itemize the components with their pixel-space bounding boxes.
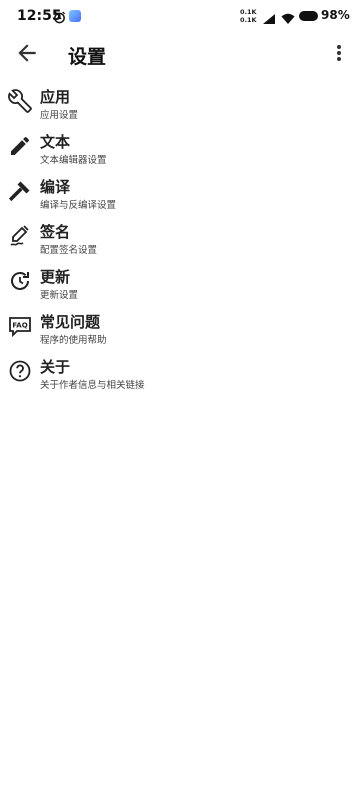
back-button[interactable] xyxy=(14,40,40,66)
settings-item-title: 常见问题 xyxy=(40,313,101,331)
net-speed: 0.1K 0.1K xyxy=(240,8,262,24)
settings-item-update[interactable]: 更新 更新设置 xyxy=(0,265,360,310)
settings-list: 应用 应用设置 文本 文本编辑器设置 编译 编译与反编译设置 签名 配置签名设置… xyxy=(0,85,360,400)
settings-item-subtitle: 程序的使用帮助 xyxy=(40,335,107,346)
update-icon xyxy=(8,269,32,293)
wrench-icon xyxy=(8,89,32,113)
pencil-icon xyxy=(8,134,32,158)
settings-item-subtitle: 配置签名设置 xyxy=(40,245,98,256)
wifi-icon xyxy=(281,10,295,24)
more-options-button[interactable] xyxy=(331,41,347,65)
net-speed-down: 0.1K xyxy=(240,16,257,24)
settings-item-subtitle: 编译与反编译设置 xyxy=(40,200,117,211)
settings-item-about[interactable]: 关于 关于作者信息与相关链接 xyxy=(0,355,360,400)
settings-item-faq[interactable]: FAQ 常见问题 程序的使用帮助 xyxy=(0,310,360,355)
svg-text:FAQ: FAQ xyxy=(12,322,27,330)
page-title: 设置 xyxy=(68,46,107,68)
settings-item-title: 应用 xyxy=(40,88,71,106)
app-bar: 设置 xyxy=(0,34,360,74)
settings-item-title: 更新 xyxy=(40,268,71,286)
settings-item-title: 文本 xyxy=(40,133,71,151)
signature-icon xyxy=(8,224,32,248)
hammer-icon xyxy=(8,179,32,203)
settings-item-title: 关于 xyxy=(40,358,71,376)
cellular-signal-icon xyxy=(262,10,276,24)
settings-item-compile[interactable]: 编译 编译与反编译设置 xyxy=(0,175,360,220)
settings-item-subtitle: 关于作者信息与相关链接 xyxy=(40,380,145,391)
alarm-icon xyxy=(53,9,66,24)
battery-level: 98% xyxy=(321,8,350,22)
arrow-back-icon xyxy=(18,44,36,62)
faq-icon: FAQ xyxy=(8,314,32,338)
status-bar: 12:55 0.1K 0.1K 98% xyxy=(0,0,360,34)
app-notification-icon xyxy=(69,10,81,22)
settings-item-app[interactable]: 应用 应用设置 xyxy=(0,85,360,130)
settings-item-text[interactable]: 文本 文本编辑器设置 xyxy=(0,130,360,175)
more-vert-icon xyxy=(337,45,341,61)
battery-icon xyxy=(299,11,318,21)
settings-item-signature[interactable]: 签名 配置签名设置 xyxy=(0,220,360,265)
net-speed-up: 0.1K xyxy=(240,8,257,16)
settings-item-title: 编译 xyxy=(40,178,71,196)
help-circle-icon xyxy=(8,359,32,383)
settings-item-subtitle: 应用设置 xyxy=(40,110,79,121)
settings-item-title: 签名 xyxy=(40,223,71,241)
settings-item-subtitle: 更新设置 xyxy=(40,290,79,301)
settings-item-subtitle: 文本编辑器设置 xyxy=(40,155,107,166)
